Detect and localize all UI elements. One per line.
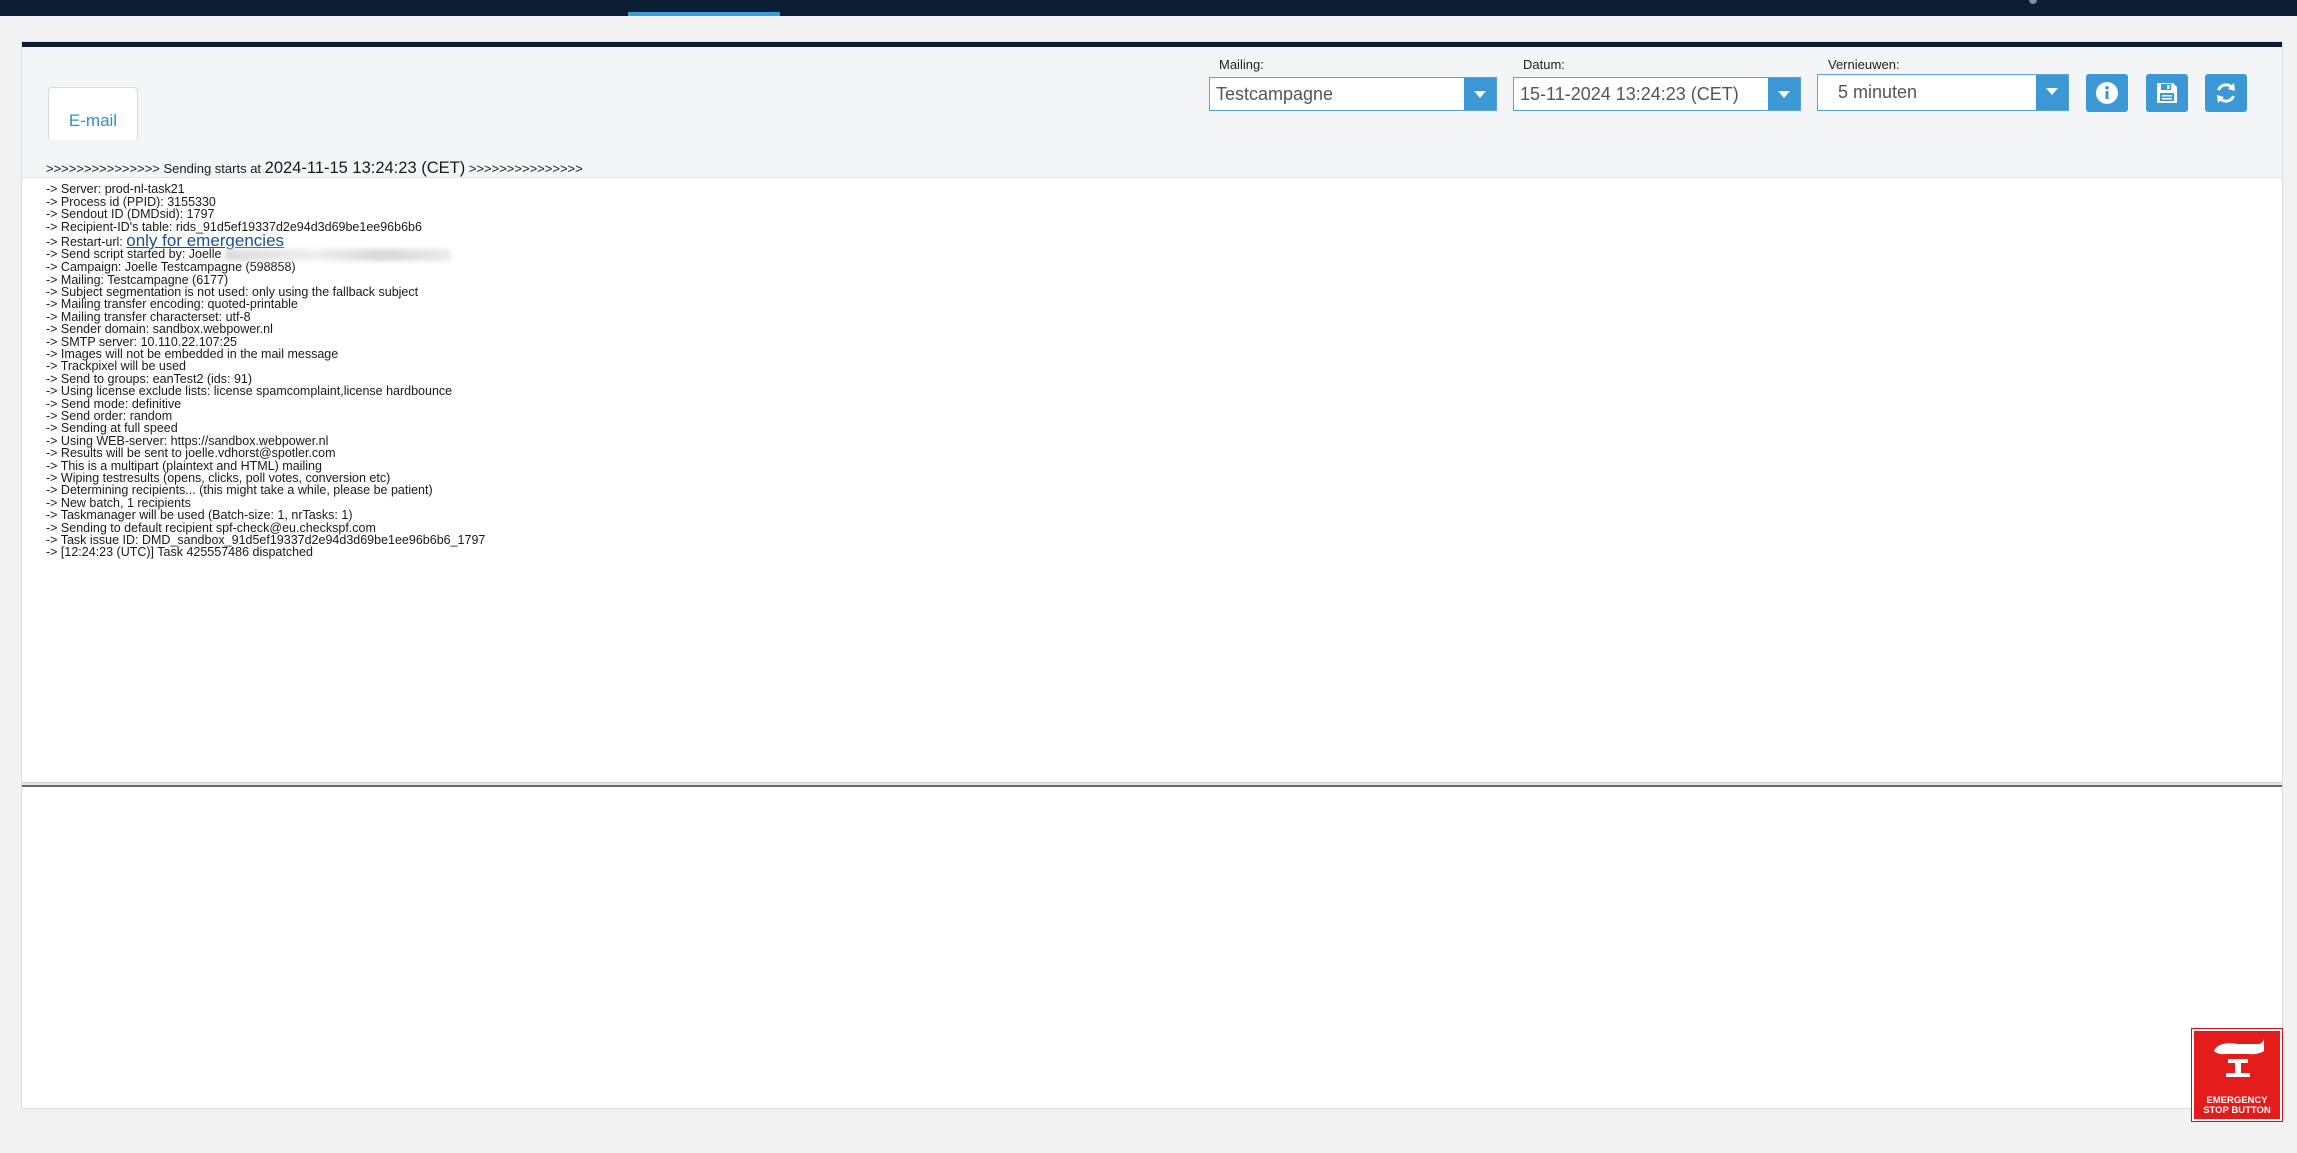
vernieuwen-select[interactable]: 5 minuten	[1817, 74, 2069, 111]
tab-email[interactable]: E-mail	[48, 87, 138, 140]
sending-log: >>>>>>>>>>>>>>> Sending starts at 2024-1…	[46, 159, 1546, 559]
emergency-stop-icon	[2214, 1039, 2264, 1077]
info-button[interactable]	[2086, 74, 2128, 112]
log-restart-line: -> Restart-url: only for emergencies	[46, 232, 1546, 249]
save-icon	[2157, 83, 2177, 103]
mailing-select-value: Testcampagne	[1216, 84, 1334, 104]
refresh-button[interactable]	[2205, 74, 2247, 112]
redacted-email	[224, 249, 451, 262]
vernieuwen-label: Vernieuwen:	[1828, 57, 1900, 72]
refresh-icon	[2217, 83, 2235, 103]
emergency-stop-line2: STOP BUTTON	[2203, 1105, 2271, 1116]
log-line: -> Send order: random	[46, 409, 173, 424]
log-line: -> Process id (PPID): 3155330	[46, 194, 216, 209]
datum-label: Datum:	[1523, 57, 1565, 72]
log-line: -> Using license exclude lists: license …	[46, 384, 453, 399]
datum-select-value: 15-11-2024 13:24:23 (CET)	[1520, 84, 1739, 104]
chevron-down-icon[interactable]	[1464, 78, 1496, 110]
log-line: -> Determining recipients... (this might…	[46, 483, 433, 498]
datum-select[interactable]: 15-11-2024 13:24:23 (CET)	[1513, 77, 1801, 111]
top-navigation-bar	[0, 0, 2297, 16]
mailing-label: Mailing:	[1219, 57, 1264, 72]
mailing-select[interactable]: Testcampagne	[1209, 77, 1497, 111]
log-line: -> Images will not be embedded in the ma…	[46, 346, 339, 361]
log-line: -> Server: prod-nl-task21	[46, 182, 185, 197]
emergency-stop-button[interactable]: EMERGENCY STOP BUTTON	[2192, 1029, 2282, 1121]
log-line: -> [12:24:23 (UTC)] Task 425557486 dispa…	[46, 545, 313, 560]
save-button[interactable]	[2146, 74, 2188, 112]
log-start-prefix: >>>>>>>>>>>>>>> Sending starts at	[46, 161, 265, 176]
vernieuwen-select-value: 5 minuten	[1838, 82, 1918, 102]
log-line: -> Trackpixel will be used	[46, 359, 186, 374]
info-icon	[2096, 82, 2118, 104]
chevron-down-icon[interactable]	[2036, 75, 2068, 110]
log-line: -> Sender domain: sandbox.webpower.nl	[46, 322, 273, 337]
active-nav-indicator	[628, 12, 780, 16]
log-line: -> Sendout ID (DMDsid): 1797	[46, 207, 215, 222]
log-line: -> Results will be sent to joelle.vdhors…	[46, 446, 336, 461]
log-lines: -> Campaign: Joelle Testcampagne (598858…	[46, 261, 1546, 559]
nav-indicator-dot	[2029, 0, 2037, 4]
chevron-down-icon[interactable]	[1768, 78, 1800, 110]
log-start-line: >>>>>>>>>>>>>>> Sending starts at 2024-1…	[46, 159, 1546, 177]
emergency-stop-label: EMERGENCY STOP BUTTON	[2194, 1096, 2280, 1116]
log-line: -> Campaign: Joelle Testcampagne (598858…	[46, 260, 296, 275]
log-started-by-line: -> Send script started by: Joelle	[46, 248, 1546, 262]
log-line: -> Taskmanager will be used (Batch-size:…	[46, 508, 353, 523]
log-line: -> Send mode: definitive	[46, 396, 182, 411]
log-line: -> Sending at full speed	[46, 421, 178, 436]
log-start-time: 2024-11-15 13:24:23 (CET)	[264, 159, 466, 177]
log-line: -> Mailing transfer encoding: quoted-pri…	[46, 297, 298, 312]
pane-splitter[interactable]	[22, 782, 2282, 787]
log-start-suffix: >>>>>>>>>>>>>>>	[465, 161, 583, 176]
sending-log-panel: E-mail Mailing: Testcampagne Datum: 15-1…	[21, 41, 2283, 1109]
